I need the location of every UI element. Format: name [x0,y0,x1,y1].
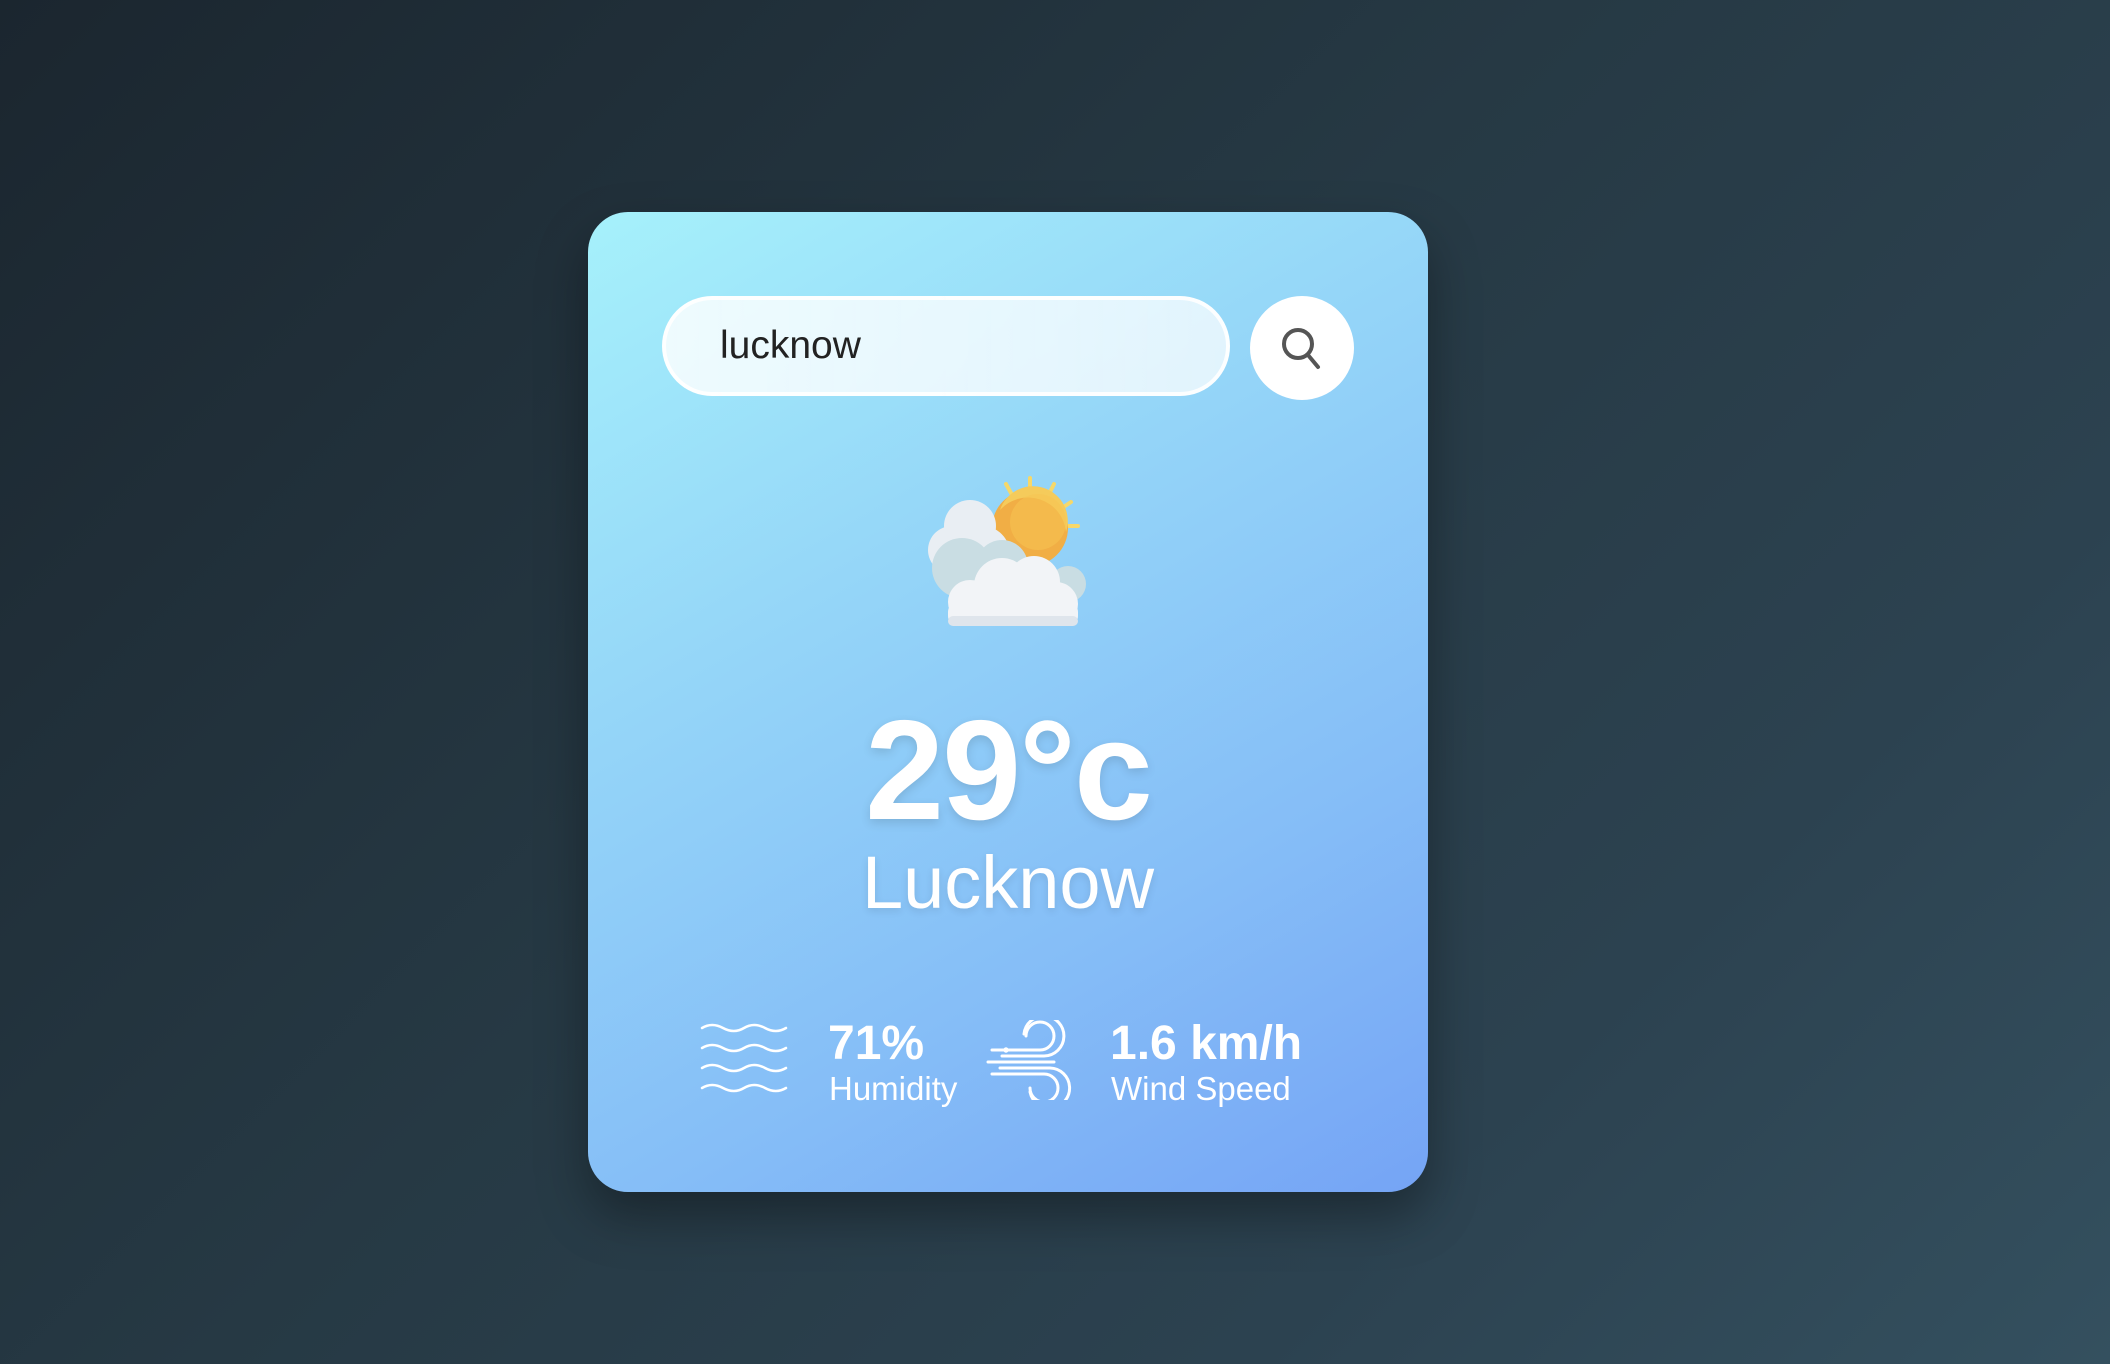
humidity-label: Humidity [829,1070,958,1107]
weather-card: 29°c Lucknow 71% Humidity 1.6 km/h Wind … [588,212,1428,1192]
humidity-icon [700,1023,788,1093]
humidity-value: 71% [828,1017,925,1070]
wind-speed-label: Wind Speed [1111,1070,1291,1107]
city-name: Lucknow [861,841,1155,924]
wind-icon [986,1020,1072,1100]
partly-cloudy-icon [928,476,1086,626]
city-search-input[interactable] [662,296,1230,396]
search-button[interactable] [1250,296,1354,400]
search-icon [1282,328,1320,369]
temperature: 29°c [865,691,1153,850]
wind-speed-value: 1.6 km/h [1110,1017,1303,1070]
